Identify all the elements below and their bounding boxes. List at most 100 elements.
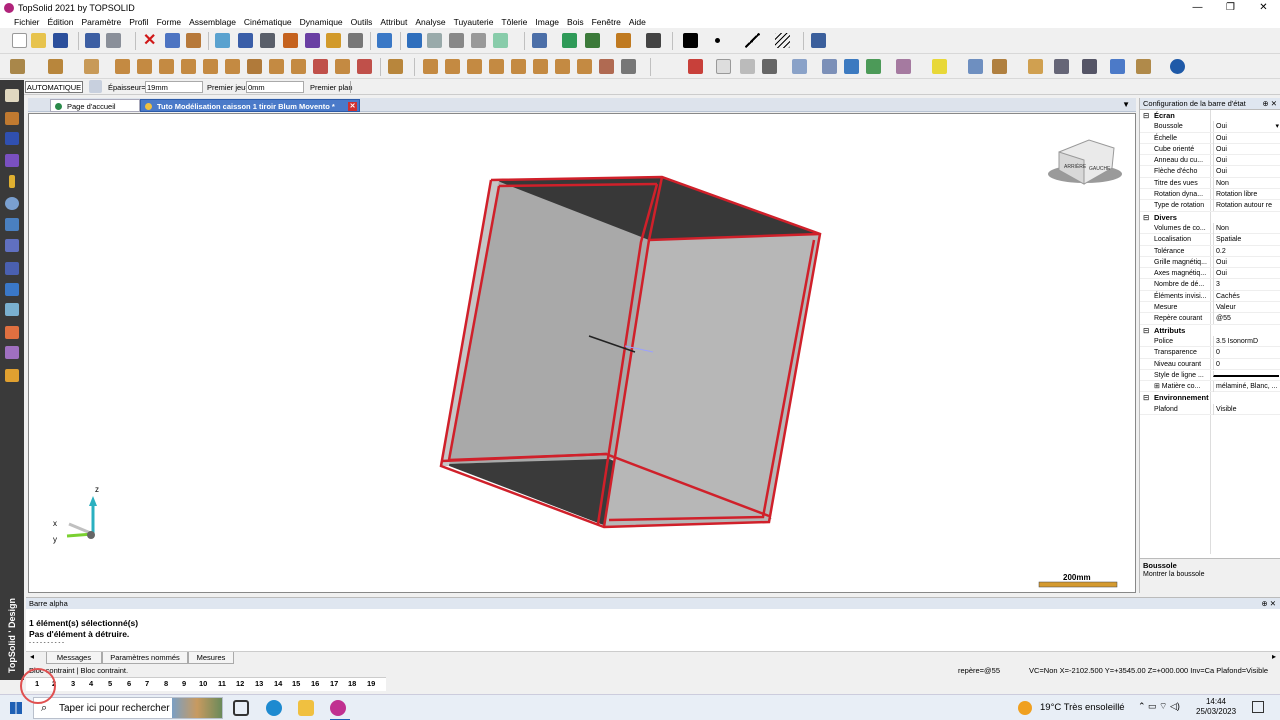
duplicate-icon[interactable]	[968, 59, 983, 74]
pattern-icon[interactable]	[896, 59, 911, 74]
white-box-icon[interactable]	[716, 59, 731, 74]
prop-row[interactable]: Style de ligne ...	[1140, 370, 1280, 382]
car-icon[interactable]	[616, 33, 631, 48]
sketch-icon[interactable]	[5, 89, 19, 102]
color-black-swatch[interactable]	[683, 33, 698, 48]
panel-pin-icon[interactable]: ⊕ ✕	[1262, 98, 1277, 110]
color-icon[interactable]	[5, 326, 19, 339]
zoom-fit-icon[interactable]	[562, 33, 577, 48]
tab-document[interactable]: Tuto Modélisation caisson 1 tiroir Blum …	[140, 99, 360, 112]
prop-row[interactable]: Rotation dyna... Rotation libre	[1140, 189, 1280, 201]
bend-icon[interactable]	[5, 303, 19, 316]
pipe-icon[interactable]	[5, 283, 19, 296]
cam-icon[interactable]	[621, 59, 636, 74]
group-ecran[interactable]: Écran	[1140, 110, 1280, 121]
prop-row[interactable]: ⊞ Matière co... mélaminé, Blanc, ...	[1140, 381, 1280, 393]
prop-value[interactable]: 3	[1213, 279, 1279, 291]
dowel-icon[interactable]	[445, 59, 460, 74]
prop-row[interactable]: Type de rotation Rotation autour re	[1140, 200, 1280, 212]
prop-row[interactable]: Tolérance 0.2	[1140, 245, 1280, 257]
prop-value[interactable]: Oui	[1213, 143, 1279, 155]
prop-value[interactable]: Valeur	[1213, 302, 1279, 314]
prop-value[interactable]: @55	[1213, 313, 1279, 325]
prop-row[interactable]: Boussole Oui ▾	[1140, 121, 1280, 133]
curve-icon[interactable]	[5, 112, 19, 125]
attributes-icon[interactable]	[305, 33, 320, 48]
prop-row[interactable]: Cube orienté Oui	[1140, 143, 1280, 156]
view-tab[interactable]: 7	[145, 679, 149, 688]
hammer-icon[interactable]	[283, 33, 298, 48]
brush-icon[interactable]	[326, 33, 341, 48]
tab-parametres[interactable]: Paramètres nommés	[102, 652, 188, 664]
menu-bois[interactable]: Bois	[567, 17, 584, 27]
joint-icon[interactable]	[423, 59, 438, 74]
view-tab[interactable]: 15	[292, 679, 300, 688]
prop-value[interactable]: 0	[1213, 347, 1279, 359]
status-repere[interactable]: repère=@55	[958, 664, 1000, 677]
magnet-icon[interactable]	[238, 33, 253, 48]
menu-dynamique[interactable]: Dynamique	[300, 17, 343, 27]
delete-icon[interactable]: ✕	[143, 33, 158, 49]
view-tab[interactable]: 11	[218, 679, 226, 688]
tab-mesures[interactable]: Mesures	[188, 652, 234, 664]
prop-row[interactable]: Flèche d'écho Oui	[1140, 166, 1280, 178]
assembly-side-icon[interactable]	[5, 218, 19, 231]
menu-tolerie[interactable]: Tôlerie	[501, 17, 527, 27]
menu-attribut[interactable]: Attribut	[380, 17, 407, 27]
gap-input[interactable]: 0mm	[246, 81, 304, 93]
copy-icon[interactable]	[215, 33, 230, 48]
render-side-icon[interactable]	[5, 346, 19, 359]
menu-aide[interactable]: Aide	[629, 17, 646, 27]
wood-mode-icon[interactable]	[10, 59, 25, 74]
task-view-icon[interactable]	[233, 700, 249, 716]
catalog-icon[interactable]	[1110, 59, 1125, 74]
prop-value[interactable]: 0.2	[1213, 245, 1279, 257]
help-icon[interactable]	[1170, 59, 1185, 74]
menu-tuyauterie[interactable]: Tuyauterie	[454, 17, 494, 27]
menu-profil[interactable]: Profil	[129, 17, 148, 27]
notification-icon[interactable]	[1252, 701, 1264, 713]
prop-value[interactable]: Oui	[1213, 166, 1279, 178]
pin-icon[interactable]	[9, 175, 15, 188]
open-folder-icon[interactable]	[31, 33, 46, 48]
parallel-icon[interactable]	[449, 33, 464, 48]
zoom-icon[interactable]	[532, 33, 547, 48]
prop-value[interactable]: Cachés	[1213, 290, 1279, 302]
view-tab[interactable]: 8	[164, 679, 168, 688]
measure-icon[interactable]	[1082, 59, 1097, 74]
prop-row[interactable]: Éléments invisi... Cachés	[1140, 290, 1280, 303]
prop-row[interactable]: Niveau courant 0	[1140, 358, 1280, 370]
chevron-down-icon[interactable]: ▾	[1275, 121, 1279, 132]
prop-value[interactable]: Oui	[1213, 121, 1279, 133]
model-canvas[interactable]: ARRIÈRE GAUCHE z x y 200mm	[29, 114, 1135, 592]
prop-value[interactable]: Rotation libre	[1213, 189, 1279, 201]
maximize-button[interactable]: ❐	[1214, 0, 1247, 15]
view-tab[interactable]: 19	[367, 679, 375, 688]
group-attributs[interactable]: Attributs	[1140, 325, 1280, 336]
wand-icon[interactable]	[377, 33, 392, 48]
taskbar-search[interactable]: ⌕ Taper ici pour rechercher	[33, 697, 223, 719]
wheel-icon[interactable]	[5, 197, 19, 210]
shelf-icon[interactable]	[203, 59, 218, 74]
tools-icon[interactable]	[260, 33, 275, 48]
prop-value[interactable]: Non	[1213, 177, 1279, 189]
prop-row[interactable]: Nombre de dé... 3	[1140, 279, 1280, 291]
view-tab[interactable]: 10	[199, 679, 207, 688]
menu-parametre[interactable]: Paramètre	[82, 17, 122, 27]
target-icon[interactable]	[646, 33, 661, 48]
lightning-icon[interactable]	[932, 59, 947, 74]
panel-back-icon[interactable]	[137, 59, 152, 74]
prop-value[interactable]: 0	[1213, 358, 1279, 370]
prop-value[interactable]: Visible	[1213, 403, 1279, 415]
prop-value[interactable]: Oui	[1213, 268, 1279, 280]
new-file-icon[interactable]	[12, 33, 27, 48]
divider-icon[interactable]	[225, 59, 240, 74]
hinge-icon[interactable]	[313, 59, 328, 74]
sheet-icon[interactable]	[5, 262, 19, 275]
group-divers[interactable]: Divers	[1140, 212, 1280, 223]
prop-row[interactable]: Grille magnétiq... Oui	[1140, 256, 1280, 269]
mode-button[interactable]: AUTOMATIQUE	[25, 81, 83, 93]
line-style-icon[interactable]	[745, 33, 760, 48]
view-tab[interactable]: 16	[311, 679, 319, 688]
prop-row[interactable]: Anneau du cu... Oui	[1140, 155, 1280, 167]
